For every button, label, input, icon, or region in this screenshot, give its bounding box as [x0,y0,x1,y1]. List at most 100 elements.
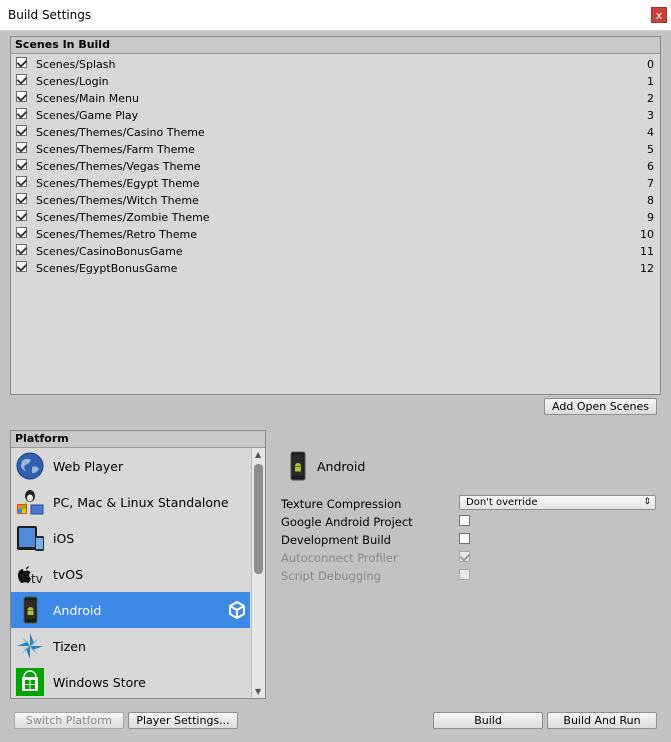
texture-compression-value: Don't override [466,497,538,508]
dropdown-arrows-icon: ⇕ [643,497,651,507]
ios-device-icon [17,526,44,551]
tv-icon-text: tv [31,572,43,586]
scene-include-checkbox[interactable] [16,142,27,153]
scene-row[interactable]: Scenes/Themes/Egypt Theme 7 [11,174,660,191]
scene-include-checkbox[interactable] [16,108,27,119]
window-title: Build Settings [8,8,92,22]
autoconnect-profiler-label: Autoconnect Profiler [281,551,398,565]
scene-include-checkbox[interactable] [16,57,27,68]
scene-row[interactable]: Scenes/Main Menu 2 [11,89,660,106]
scene-include-checkbox[interactable] [16,74,27,85]
scene-include-checkbox[interactable] [16,244,27,255]
platform-label: Tizen [53,639,86,654]
platform-scrollbar[interactable]: ▲ ▼ [251,448,265,698]
development-build-checkbox[interactable] [459,533,470,544]
scene-row[interactable]: Scenes/Themes/Witch Theme 8 [11,191,660,208]
scene-include-checkbox[interactable] [16,159,27,170]
windows-store-icon [16,668,44,696]
title-bar: Build Settings x [0,0,671,31]
scene-name: Scenes/Themes/Casino Theme [36,126,205,139]
platform-label: PC, Mac & Linux Standalone [53,495,229,510]
scroll-up-arrow-icon[interactable]: ▲ [255,450,261,459]
scene-include-checkbox[interactable] [16,227,27,238]
android-phone-icon [290,451,306,481]
scene-name: Scenes/Themes/Vegas Theme [36,160,201,173]
scene-build-index: 4 [647,126,654,139]
scene-build-index: 12 [640,262,654,275]
scenes-header: Scenes In Build [11,37,660,54]
scenes-in-build-panel: Scenes In Build Scenes/Splash 0 Scenes/Log… [10,36,661,395]
scene-build-index: 1 [647,75,654,88]
android-phone-icon [23,596,38,624]
platform-label: Windows Store [53,675,146,690]
build-button[interactable]: Build [433,712,543,729]
scroll-down-arrow-icon[interactable]: ▼ [255,687,261,696]
autoconnect-profiler-checkbox [459,551,470,562]
scene-row[interactable]: Scenes/Themes/Retro Theme 10 [11,225,660,242]
switch-platform-button: Switch Platform [14,712,124,729]
add-open-scenes-button[interactable]: Add Open Scenes [544,398,657,415]
texture-compression-label: Texture Compression [281,497,402,511]
scene-row[interactable]: Scenes/Themes/Zombie Theme 9 [11,208,660,225]
scene-name: Scenes/Themes/Farm Theme [36,143,195,156]
scene-build-index: 2 [647,92,654,105]
script-debugging-checkbox [459,569,470,580]
player-settings-button[interactable]: Player Settings... [128,712,238,729]
scene-row[interactable]: Scenes/Splash 0 [11,55,660,72]
close-button[interactable]: x [651,7,667,23]
scene-name: Scenes/Game Play [36,109,139,122]
scene-row[interactable]: Scenes/CasinoBonusGame 11 [11,242,660,259]
platform-header: Platform [11,431,265,448]
web-player-globe-icon [16,452,44,480]
scene-name: Scenes/EgyptBonusGame [36,262,178,275]
selected-platform-heading: Android [281,451,481,481]
scene-name: Scenes/CasinoBonusGame [36,245,183,258]
scene-row[interactable]: Scenes/Themes/Farm Theme 5 [11,140,660,157]
scene-row[interactable]: Scenes/Login 1 [11,72,660,89]
platform-item-windows-store[interactable]: Windows Store [11,664,250,698]
scene-name: Scenes/Themes/Egypt Theme [36,177,200,190]
platform-item-ios[interactable]: iOS [11,520,250,556]
unity-active-platform-icon [229,601,245,619]
scene-row[interactable]: Scenes/Game Play 3 [11,106,660,123]
scene-name: Scenes/Login [36,75,109,88]
apple-tv-icon: tv [18,566,43,586]
google-android-project-checkbox[interactable] [459,515,470,526]
scene-name: Scenes/Main Menu [36,92,139,105]
google-android-project-label: Google Android Project [281,515,413,529]
scene-build-index: 6 [647,160,654,173]
platform-item-web-player[interactable]: Web Player [11,448,250,484]
scene-row[interactable]: Scenes/Themes/Vegas Theme 6 [11,157,660,174]
platform-label: Android [53,603,102,618]
scene-include-checkbox[interactable] [16,193,27,204]
platform-label: tvOS [53,567,84,582]
scene-row[interactable]: Scenes/Themes/Casino Theme 4 [11,123,660,140]
build-and-run-button[interactable]: Build And Run [547,712,657,729]
scene-include-checkbox[interactable] [16,91,27,102]
scene-build-index: 10 [640,228,654,241]
platform-item-tvos[interactable]: tv tvOS [11,556,250,592]
tizen-icon [17,633,43,659]
scene-build-index: 5 [647,143,654,156]
platform-label: iOS [53,531,75,546]
development-build-label: Development Build [281,533,391,547]
scene-name: Scenes/Themes/Witch Theme [36,194,199,207]
scene-build-index: 8 [647,194,654,207]
platform-item-standalone[interactable]: PC, Mac & Linux Standalone [11,484,250,520]
texture-compression-dropdown[interactable]: Don't override ⇕ [459,495,656,510]
selected-platform-name: Android [317,459,366,474]
platform-item-tizen[interactable]: Tizen [11,628,250,664]
scene-build-index: 11 [640,245,654,258]
scene-build-index: 0 [647,58,654,71]
scene-name: Scenes/Themes/Zombie Theme [36,211,210,224]
scene-row[interactable]: Scenes/EgyptBonusGame 12 [11,259,660,276]
scene-build-index: 7 [647,177,654,190]
script-debugging-label: Script Debugging [281,569,381,583]
scene-include-checkbox[interactable] [16,176,27,187]
scrollbar-thumb[interactable] [254,464,263,574]
scene-build-index: 9 [647,211,654,224]
platform-item-android[interactable]: Android [11,592,250,628]
scene-include-checkbox[interactable] [16,261,27,272]
scene-include-checkbox[interactable] [16,210,27,221]
scene-include-checkbox[interactable] [16,125,27,136]
